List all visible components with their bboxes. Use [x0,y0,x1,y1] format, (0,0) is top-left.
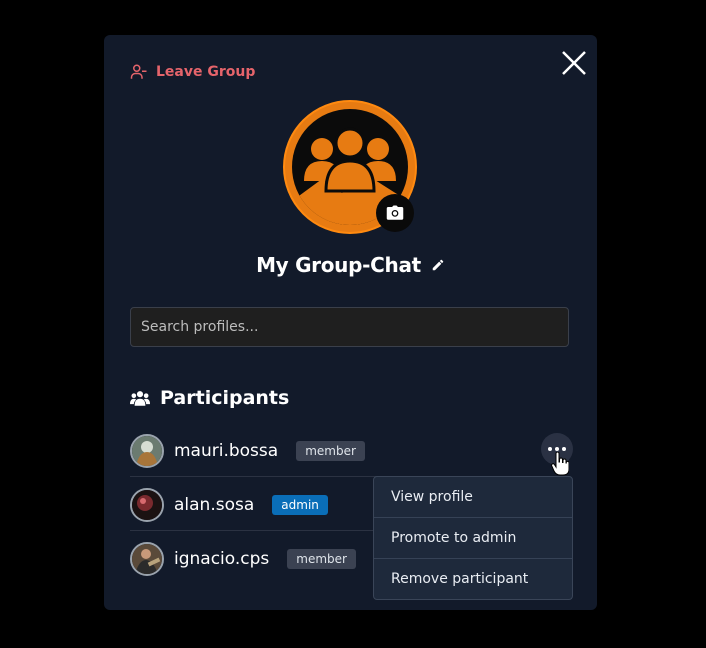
group-settings-modal: Leave Group My Group-Chat Search profile… [104,35,597,610]
ellipsis-icon [548,447,566,451]
participants-header: Participants [130,387,289,409]
leave-group-label: Leave Group [156,64,256,80]
participants-heading: Participants [160,387,290,409]
group-avatar[interactable] [283,100,417,234]
remove-participant-menu-item[interactable]: Remove participant [374,559,572,599]
search-input[interactable] [130,307,569,347]
pencil-icon[interactable] [431,258,445,272]
participant-name: ignacio.cps [174,549,270,569]
avatar[interactable] [130,542,164,576]
role-badge: admin [272,495,328,515]
group-name: My Group-Chat [256,253,421,277]
participant-name: alan.sosa [174,495,255,515]
role-badge: member [287,549,356,569]
group-title-row: My Group-Chat [104,253,597,277]
participant-name: mauri.bossa [174,441,279,461]
camera-icon [386,205,404,220]
change-photo-button[interactable] [376,194,414,232]
users-icon [130,391,150,406]
avatar[interactable] [130,434,164,468]
leave-group-button[interactable]: Leave Group [130,63,255,81]
promote-to-admin-menu-item[interactable]: Promote to admin [374,518,572,559]
user-minus-icon [130,64,147,79]
participant-row: mauri.bossa member [130,426,573,477]
participant-context-menu: View profile Promote to admin Remove par… [373,476,573,600]
view-profile-menu-item[interactable]: View profile [374,477,572,518]
hand-cursor-icon [551,452,569,476]
close-icon[interactable] [560,49,588,77]
avatar[interactable] [130,488,164,522]
role-badge: member [296,441,365,461]
